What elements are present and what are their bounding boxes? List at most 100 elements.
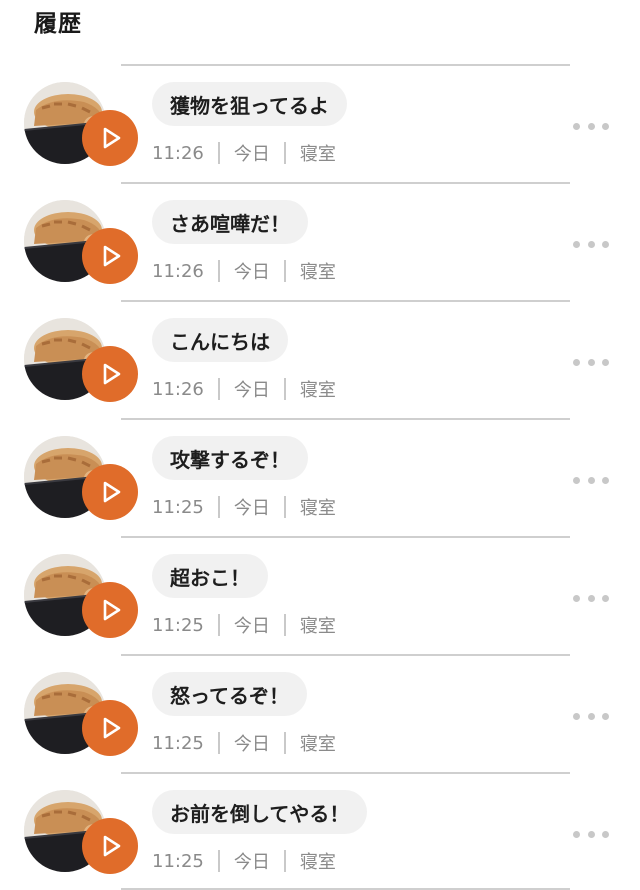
meta-separator <box>217 614 220 636</box>
message-text: こんにちは <box>170 329 270 354</box>
history-item[interactable]: さあ喧嘩だ！ 11:26 今日 寝室 <box>0 182 640 300</box>
meta-info: 11:25 今日 寝室 <box>152 612 336 638</box>
meta-separator <box>283 378 286 400</box>
meta-separator <box>283 732 286 754</box>
history-item[interactable]: お前を倒してやる！ 11:25 今日 寝室 <box>0 772 640 890</box>
play-icon <box>103 363 120 385</box>
meta-separator <box>283 260 286 282</box>
more-options-button[interactable] <box>573 828 609 840</box>
more-dot <box>602 594 609 602</box>
more-dot <box>587 358 595 366</box>
more-options-button[interactable] <box>573 356 609 368</box>
meta-separator <box>283 142 286 164</box>
history-item[interactable]: 怒ってるぞ！ 11:25 今日 寝室 <box>0 654 640 772</box>
page-title: 履歴 <box>34 11 82 37</box>
more-dot <box>602 122 609 130</box>
play-button[interactable] <box>82 700 138 756</box>
play-icon <box>103 599 120 621</box>
more-dot <box>587 712 595 720</box>
more-dots-icon <box>573 476 580 484</box>
more-dot <box>602 476 609 484</box>
room-text: 寝室 <box>299 144 336 165</box>
message-text: 獲物を狙ってるよ <box>170 93 329 118</box>
meta-separator <box>283 496 286 518</box>
more-dots-icon <box>573 712 580 720</box>
message-bubble: 超おこ！ <box>152 554 268 598</box>
day-text: 今日 <box>233 498 270 519</box>
message-bubble: 攻撃するぞ！ <box>152 436 308 480</box>
room-text: 寝室 <box>299 380 336 401</box>
play-button[interactable] <box>82 582 138 638</box>
history-item[interactable]: こんにちは 11:26 今日 寝室 <box>0 300 640 418</box>
history-item[interactable]: 超おこ！ 11:25 今日 寝室 <box>0 536 640 654</box>
more-dot <box>587 240 595 248</box>
meta-separator <box>283 850 286 872</box>
more-options-button[interactable] <box>573 238 609 250</box>
meta-info: 11:26 今日 寝室 <box>152 258 336 284</box>
meta-separator <box>217 496 220 518</box>
room-text: 寝室 <box>299 734 336 755</box>
time-text: 11:26 <box>152 142 204 164</box>
more-dots-icon <box>573 358 580 366</box>
history-item[interactable]: 獲物を狙ってるよ 11:26 今日 寝室 <box>0 64 640 182</box>
day-text: 今日 <box>233 144 270 165</box>
room-text: 寝室 <box>299 262 336 283</box>
more-dot <box>602 240 609 248</box>
message-text: お前を倒してやる！ <box>170 801 350 826</box>
more-dot <box>587 476 595 484</box>
meta-separator <box>283 614 286 636</box>
meta-separator <box>217 378 220 400</box>
time-text: 11:26 <box>152 378 204 400</box>
more-dot <box>602 712 609 720</box>
message-text: 超おこ！ <box>170 565 250 590</box>
play-button[interactable] <box>82 228 138 284</box>
meta-info: 11:26 今日 寝室 <box>152 140 336 166</box>
play-button[interactable] <box>82 346 138 402</box>
message-bubble: さあ喧嘩だ！ <box>152 200 308 244</box>
meta-info: 11:25 今日 寝室 <box>152 730 336 756</box>
more-dots-icon <box>573 122 580 130</box>
play-icon <box>103 717 120 739</box>
time-text: 11:25 <box>152 614 204 636</box>
day-text: 今日 <box>233 852 270 873</box>
room-text: 寝室 <box>299 852 336 873</box>
message-bubble: 怒ってるぞ！ <box>152 672 307 716</box>
time-text: 11:25 <box>152 850 204 872</box>
play-button[interactable] <box>82 818 138 874</box>
message-bubble: こんにちは <box>152 318 288 362</box>
more-dot <box>587 830 595 838</box>
meta-separator <box>217 260 220 282</box>
play-button[interactable] <box>82 464 138 520</box>
history-item[interactable]: 攻撃するぞ！ 11:25 今日 寝室 <box>0 418 640 536</box>
message-bubble: 獲物を狙ってるよ <box>152 82 347 126</box>
more-options-button[interactable] <box>573 710 609 722</box>
more-dot <box>602 830 609 838</box>
room-text: 寝室 <box>299 616 336 637</box>
message-bubble: お前を倒してやる！ <box>152 790 368 834</box>
more-options-button[interactable] <box>573 474 609 486</box>
more-dot <box>587 594 595 602</box>
time-text: 11:25 <box>152 496 204 518</box>
play-icon <box>103 245 120 267</box>
meta-info: 11:25 今日 寝室 <box>152 848 336 874</box>
time-text: 11:25 <box>152 732 204 754</box>
play-icon <box>103 481 120 503</box>
message-text: さあ喧嘩だ！ <box>170 211 290 236</box>
meta-info: 11:25 今日 寝室 <box>152 494 336 520</box>
room-text: 寝室 <box>299 498 336 519</box>
more-dots-icon <box>573 594 580 602</box>
play-button[interactable] <box>82 110 138 166</box>
more-dots-icon <box>573 240 580 248</box>
day-text: 今日 <box>233 616 270 637</box>
more-dot <box>602 358 609 366</box>
meta-separator <box>217 850 220 872</box>
meta-info: 11:26 今日 寝室 <box>152 376 336 402</box>
time-text: 11:26 <box>152 260 204 282</box>
more-options-button[interactable] <box>573 592 609 604</box>
meta-separator <box>217 732 220 754</box>
more-options-button[interactable] <box>573 120 609 132</box>
more-dots-icon <box>573 830 580 838</box>
day-text: 今日 <box>233 734 270 755</box>
meta-separator <box>217 142 220 164</box>
message-text: 攻撃するぞ！ <box>170 447 290 472</box>
